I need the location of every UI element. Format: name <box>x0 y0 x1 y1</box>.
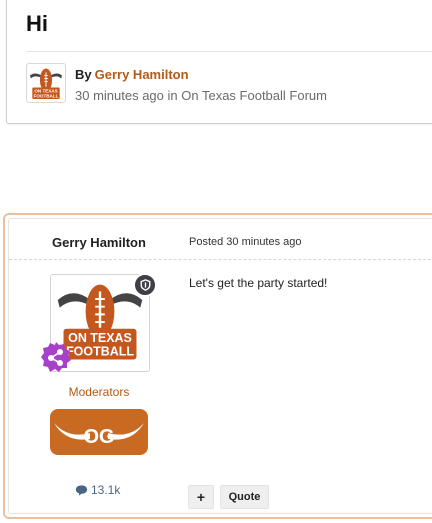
logo-line1: ON TEXAS <box>68 331 132 345</box>
byline-prefix: By <box>75 67 92 82</box>
author-link[interactable]: Gerry Hamilton <box>95 67 189 82</box>
quote-button[interactable]: Quote <box>220 485 269 509</box>
divider <box>26 51 432 52</box>
author-avatar[interactable]: ON TEXAS FOOTBALL <box>26 63 66 103</box>
moderator-badge <box>133 273 157 297</box>
divider <box>9 259 432 260</box>
post-date[interactable]: Posted 30 minutes ago <box>189 236 302 248</box>
rank-badge <box>40 341 72 373</box>
react-button[interactable]: + <box>188 485 214 509</box>
post-author-name[interactable]: Gerry Hamilton <box>52 235 146 250</box>
topic-header: Hi ON TEXAS FOOTBALL By Gerry Hamilton 30… <box>6 0 432 124</box>
logo-line2: FOOTBALL <box>34 93 59 98</box>
shield-icon <box>140 279 150 291</box>
topic-meta: 30 minutes ago in On Texas Football Foru… <box>75 88 327 103</box>
og-text: OG <box>83 426 114 448</box>
topic-time: 30 minutes ago in <box>75 88 178 103</box>
post-inner: Gerry Hamilton Posted 30 minutes ago ON … <box>8 218 432 514</box>
group-name[interactable]: Moderators <box>49 385 149 399</box>
reputation-value: 13.1k <box>91 483 121 497</box>
og-badge: OG <box>50 409 148 455</box>
post-card: Gerry Hamilton Posted 30 minutes ago ON … <box>3 213 432 519</box>
page-title: Hi <box>26 11 48 36</box>
byline: By Gerry Hamilton <box>75 67 189 82</box>
longhorn-icon: OG <box>54 423 144 448</box>
post-content: Let's get the party started! <box>189 276 328 290</box>
share-network-icon <box>41 342 71 372</box>
reputation-count: 13.1k <box>75 483 120 497</box>
logo-line2: FOOTBALL <box>66 345 134 359</box>
speech-bubble-icon <box>75 485 88 496</box>
logo-line1: ON TEXAS <box>34 89 57 94</box>
on-texas-football-logo: ON TEXAS FOOTBALL <box>30 68 62 99</box>
forum-link[interactable]: On Texas Football Forum <box>181 88 327 103</box>
